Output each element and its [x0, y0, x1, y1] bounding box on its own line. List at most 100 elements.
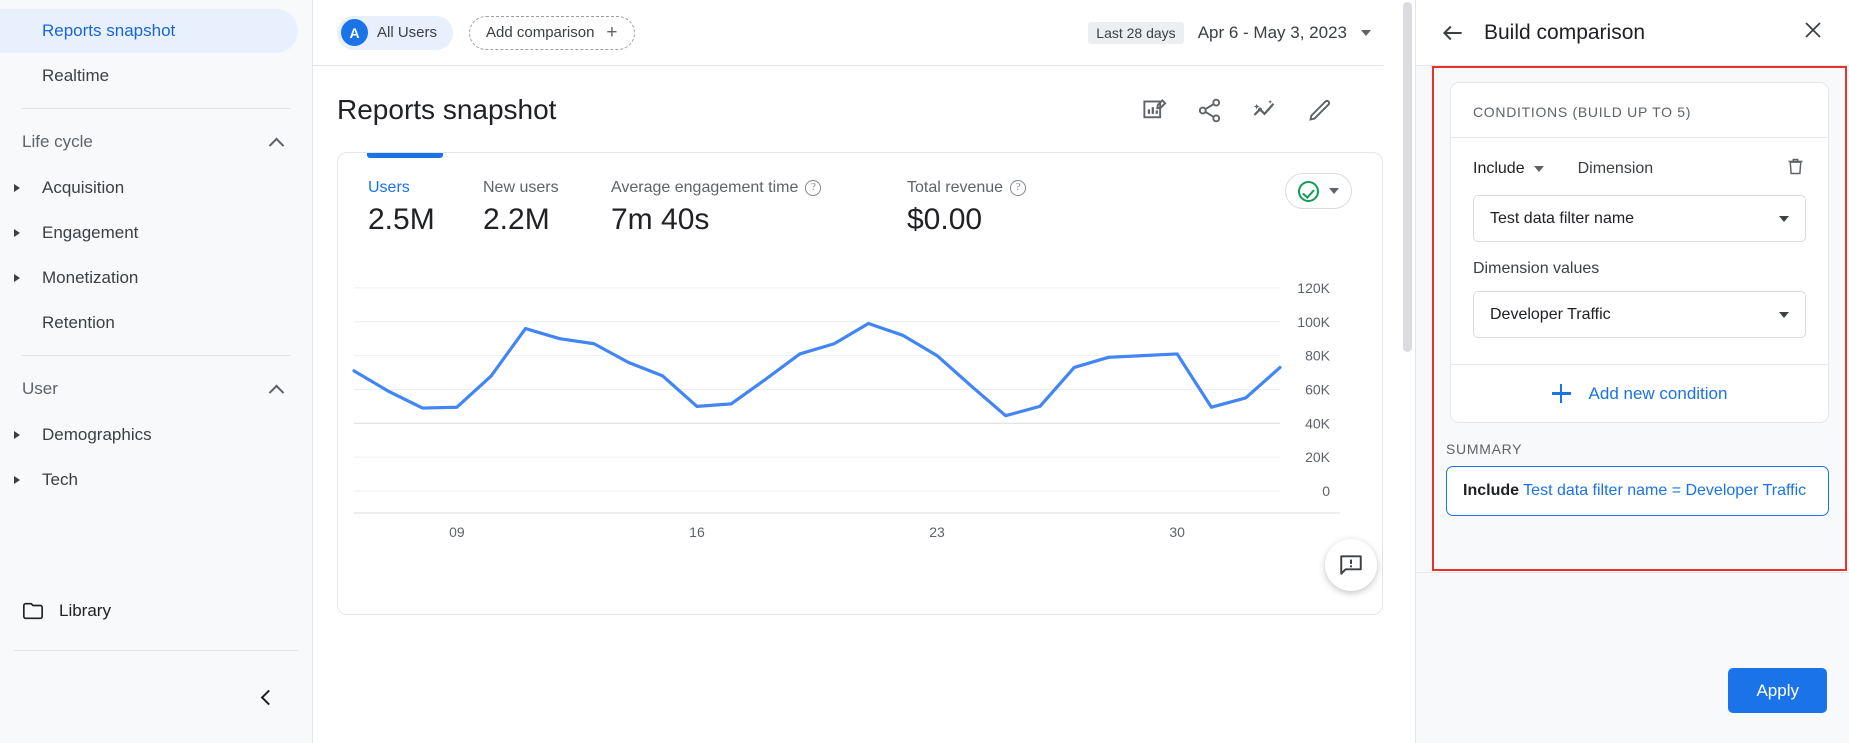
metric-value: 7m 40s: [611, 203, 907, 237]
metric-value: $0.00: [907, 203, 1026, 237]
sidebar-divider-3: [14, 650, 298, 651]
chevron-up-icon: [269, 137, 285, 153]
help-icon[interactable]: ?: [805, 180, 821, 196]
sidebar-section-life-cycle[interactable]: Life cycle: [0, 119, 312, 165]
sidebar-item-label: Tech: [42, 470, 78, 490]
back-arrow-icon[interactable]: [1440, 20, 1466, 46]
feedback-icon: [1338, 552, 1364, 578]
svg-text:80K: 80K: [1305, 348, 1331, 364]
svg-text:20K: 20K: [1305, 449, 1331, 465]
audience-chip-all-users[interactable]: A All Users: [337, 16, 453, 50]
condition-scope-label: Dimension: [1578, 160, 1654, 178]
metric-label: Average engagement time: [611, 179, 798, 197]
svg-text:16: 16: [689, 524, 705, 540]
help-icon[interactable]: ?: [1010, 180, 1026, 196]
sidebar-item-retention[interactable]: Retention: [0, 301, 298, 345]
close-icon[interactable]: [1801, 18, 1825, 47]
customize-report-icon[interactable]: [1141, 97, 1168, 124]
page-actions: [1141, 97, 1333, 124]
svg-text:Apr: Apr: [446, 542, 468, 543]
sidebar-item-tech[interactable]: Tech: [0, 458, 298, 502]
sidebar-item-reports-snapshot[interactable]: Reports snapshot: [0, 9, 298, 53]
panel-body-highlighted: CONDITIONS (BUILD UP TO 5) Include Dimen…: [1432, 66, 1847, 571]
condition-row: Include Dimension: [1451, 138, 1828, 182]
data-quality-status-button[interactable]: [1285, 173, 1352, 209]
add-new-condition-label: Add new condition: [1589, 384, 1728, 404]
page-title: Reports snapshot: [337, 94, 556, 126]
caret-right-icon: [14, 431, 20, 439]
sidebar-section-user[interactable]: User: [0, 366, 312, 412]
summary-expression: Test data filter name = Developer Traffi…: [1523, 482, 1806, 499]
users-line-chart[interactable]: 020K40K60K80K100K120K09Apr162330: [338, 263, 1382, 543]
summary-prefix: Include: [1463, 482, 1519, 499]
sidebar-section-label: Life cycle: [22, 132, 93, 152]
add-comparison-button[interactable]: Add comparison +: [469, 16, 635, 50]
avatar: A: [341, 19, 368, 46]
panel-footer-divider: [1416, 572, 1849, 573]
sidebar-item-label: Realtime: [42, 66, 109, 86]
summary-chip[interactable]: Include Test data filter name = Develope…: [1446, 466, 1829, 516]
chevron-down-icon: [1779, 216, 1789, 222]
chevron-left-icon: [260, 689, 276, 705]
page-header: Reports snapshot: [313, 66, 1383, 126]
caret-right-icon: [14, 184, 20, 192]
match-type-dropdown[interactable]: Include: [1473, 160, 1544, 178]
sidebar-divider-2: [22, 355, 290, 356]
conditions-header: CONDITIONS (BUILD UP TO 5): [1451, 83, 1828, 138]
svg-text:30: 30: [1169, 524, 1185, 540]
left-sidebar: Reports snapshot Realtime Life cycle Acq…: [0, 0, 313, 743]
insights-icon[interactable]: [1251, 97, 1278, 124]
metric-new-users[interactable]: New users 2.2M: [483, 179, 611, 237]
conditions-card: CONDITIONS (BUILD UP TO 5) Include Dimen…: [1450, 82, 1829, 423]
sidebar-section-label: User: [22, 379, 58, 399]
feedback-button[interactable]: [1325, 539, 1377, 591]
build-comparison-panel: Build comparison CONDITIONS (BUILD UP TO…: [1415, 0, 1849, 743]
metric-summary-row: Users 2.5M New users 2.2M Average engage…: [338, 153, 1382, 237]
dimension-values-value: Developer Traffic: [1490, 306, 1611, 324]
svg-text:23: 23: [929, 524, 945, 540]
panel-title: Build comparison: [1484, 21, 1801, 45]
collapse-sidebar-button[interactable]: [252, 683, 280, 711]
metric-total-revenue[interactable]: Total revenue ? $0.00: [907, 179, 1026, 237]
share-icon[interactable]: [1196, 97, 1223, 124]
sidebar-item-library[interactable]: Library: [0, 589, 111, 633]
sidebar-item-acquisition[interactable]: Acquisition: [0, 166, 298, 210]
metric-label: Total revenue: [907, 179, 1003, 197]
sidebar-item-label: Retention: [42, 313, 115, 333]
date-preset-badge: Last 28 days: [1088, 22, 1183, 44]
panel-header: Build comparison: [1416, 0, 1849, 66]
metric-avg-engagement-time[interactable]: Average engagement time ? 7m 40s: [611, 179, 907, 237]
dimension-values-label: Dimension values: [1451, 242, 1828, 278]
date-range-picker[interactable]: Last 28 days Apr 6 - May 3, 2023: [1088, 22, 1371, 44]
chevron-up-icon: [269, 384, 285, 400]
svg-text:0: 0: [1322, 483, 1330, 499]
chart-canvas: 020K40K60K80K100K120K09Apr162330: [338, 263, 1383, 543]
sidebar-item-demographics[interactable]: Demographics: [0, 413, 298, 457]
sidebar-item-label: Library: [59, 601, 111, 621]
dimension-select[interactable]: Test data filter name: [1473, 195, 1806, 242]
vertical-scrollbar[interactable]: [1403, 2, 1412, 352]
edit-pencil-icon[interactable]: [1306, 97, 1333, 124]
apply-button[interactable]: Apply: [1728, 668, 1827, 713]
dimension-select-value: Test data filter name: [1490, 210, 1634, 228]
trash-icon[interactable]: [1785, 156, 1806, 182]
metric-value: 2.2M: [483, 203, 611, 237]
svg-text:100K: 100K: [1297, 314, 1330, 330]
metric-label: Users: [368, 179, 410, 197]
dimension-values-select[interactable]: Developer Traffic: [1473, 291, 1806, 338]
svg-text:40K: 40K: [1305, 415, 1331, 431]
svg-text:09: 09: [449, 524, 465, 540]
chevron-down-icon: [1361, 30, 1371, 36]
sidebar-item-realtime[interactable]: Realtime: [0, 54, 298, 98]
add-new-condition-button[interactable]: Add new condition: [1451, 364, 1828, 422]
sidebar-item-monetization[interactable]: Monetization: [0, 256, 298, 300]
analytics-app: Reports snapshot Realtime Life cycle Acq…: [0, 0, 1849, 743]
plus-icon: [1552, 384, 1571, 403]
chevron-down-icon: [1779, 312, 1789, 318]
summary-section-label: SUMMARY: [1434, 423, 1845, 457]
add-comparison-label: Add comparison: [486, 24, 594, 41]
metric-value: 2.5M: [368, 203, 483, 237]
metric-users[interactable]: Users 2.5M: [368, 179, 483, 237]
sidebar-item-engagement[interactable]: Engagement: [0, 211, 298, 255]
metric-label: New users: [483, 179, 559, 197]
